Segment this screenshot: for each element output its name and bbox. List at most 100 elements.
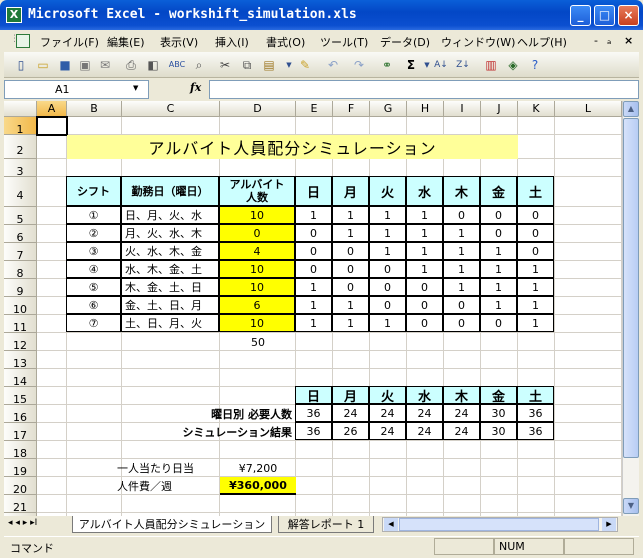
shift-flag[interactable]: 1 bbox=[369, 206, 406, 224]
menu-insert[interactable]: 挿入(I) bbox=[215, 34, 249, 50]
row-header-14[interactable]: 14 bbox=[4, 369, 37, 388]
row-header-16[interactable]: 16 bbox=[4, 405, 37, 424]
daily-wage-value[interactable]: ¥7,200 bbox=[220, 459, 296, 477]
header-weekday-2[interactable]: 火 bbox=[369, 176, 406, 206]
menu-view[interactable]: 表示(V) bbox=[160, 34, 198, 50]
shift-flag[interactable]: 0 bbox=[517, 206, 554, 224]
result-value[interactable]: 26 bbox=[332, 422, 369, 440]
weekly-cost-value[interactable]: ¥360,000 bbox=[220, 477, 296, 495]
shift-flag[interactable]: 0 bbox=[295, 260, 332, 278]
shift-flag[interactable]: 1 bbox=[295, 278, 332, 296]
shift-flag[interactable]: 1 bbox=[332, 314, 369, 332]
result-value[interactable]: 30 bbox=[480, 422, 517, 440]
result-value[interactable]: 24 bbox=[406, 422, 443, 440]
column-header-g[interactable]: G bbox=[370, 101, 407, 117]
column-header-i[interactable]: I bbox=[444, 101, 481, 117]
row-header-7[interactable]: 7 bbox=[4, 243, 37, 262]
email-icon[interactable]: ✉ bbox=[96, 56, 114, 74]
result-label[interactable]: シミュレーション結果 bbox=[67, 423, 296, 441]
shift-flag[interactable]: 1 bbox=[295, 296, 332, 314]
open-icon[interactable]: ▭ bbox=[34, 56, 52, 74]
shift-flag[interactable]: 1 bbox=[369, 224, 406, 242]
required-value[interactable]: 30 bbox=[480, 404, 517, 422]
tab-answer-report[interactable]: 解答レポート 1 bbox=[278, 516, 374, 533]
shift-count-input[interactable]: 4 bbox=[219, 242, 295, 260]
menu-tools[interactable]: ツール(T) bbox=[320, 34, 368, 50]
header-shift[interactable]: シフト bbox=[66, 176, 121, 206]
required-value[interactable]: 36 bbox=[295, 404, 332, 422]
header-weekday-5[interactable]: 金 bbox=[480, 176, 517, 206]
shift-flag[interactable]: 0 bbox=[369, 296, 406, 314]
column-header-a[interactable]: A bbox=[37, 101, 67, 117]
new-icon[interactable]: ▯ bbox=[12, 56, 30, 74]
row-header-21[interactable]: 21 bbox=[4, 495, 37, 514]
shift-days[interactable]: 月、火、水、木 bbox=[121, 224, 219, 242]
formula-input[interactable] bbox=[209, 80, 639, 99]
shift-flag[interactable]: 1 bbox=[480, 260, 517, 278]
scroll-right-button[interactable]: ▶ bbox=[602, 518, 616, 531]
shift-count-input[interactable]: 10 bbox=[219, 314, 295, 332]
shift-flag[interactable]: 1 bbox=[406, 206, 443, 224]
required-value[interactable]: 24 bbox=[443, 404, 480, 422]
shift-flag[interactable]: 0 bbox=[406, 296, 443, 314]
shift-flag[interactable]: 1 bbox=[480, 296, 517, 314]
scroll-left-button[interactable]: ◀ bbox=[384, 518, 398, 531]
sort-ascending-icon[interactable]: A↓ bbox=[432, 56, 450, 74]
column-header-j[interactable]: J bbox=[481, 101, 518, 117]
shift-flag[interactable]: 0 bbox=[480, 206, 517, 224]
shift-flag[interactable]: 1 bbox=[517, 260, 554, 278]
shift-flag[interactable]: 1 bbox=[443, 260, 480, 278]
row-header-2[interactable]: 2 bbox=[4, 135, 37, 159]
column-header-f[interactable]: F bbox=[333, 101, 370, 117]
menu-window[interactable]: ウィンドウ(W) bbox=[441, 34, 515, 50]
header-weekday-3[interactable]: 水 bbox=[406, 176, 443, 206]
daily-wage-label[interactable]: 一人当たり日当 bbox=[67, 459, 220, 477]
row-header-13[interactable]: 13 bbox=[4, 351, 37, 370]
maximize-button[interactable]: □ bbox=[594, 5, 615, 26]
spelling-icon[interactable]: ABC bbox=[168, 56, 186, 74]
doc-minimize-button[interactable]: - bbox=[594, 34, 598, 47]
tab-simulation[interactable]: アルバイト人員配分シミュレーション bbox=[72, 516, 272, 533]
shift-flag[interactable]: 0 bbox=[332, 278, 369, 296]
required-value[interactable]: 24 bbox=[406, 404, 443, 422]
column-header-e[interactable]: E bbox=[296, 101, 333, 117]
menu-data[interactable]: データ(D) bbox=[380, 34, 430, 50]
shift-id[interactable]: ⑥ bbox=[66, 296, 121, 314]
shift-days[interactable]: 金、土、日、月 bbox=[121, 296, 219, 314]
sort-descending-icon[interactable]: Z↓ bbox=[454, 56, 472, 74]
required-value[interactable]: 36 bbox=[517, 404, 554, 422]
scroll-down-button[interactable]: ▼ bbox=[623, 498, 639, 514]
shift-flag[interactable]: 0 bbox=[480, 314, 517, 332]
excel-app-icon[interactable]: X bbox=[6, 7, 22, 23]
required-value[interactable]: 24 bbox=[369, 404, 406, 422]
shift-count-input[interactable]: 10 bbox=[219, 260, 295, 278]
row-header-11[interactable]: 11 bbox=[4, 315, 37, 334]
shift-count-input[interactable]: 0 bbox=[219, 224, 295, 242]
row-header-10[interactable]: 10 bbox=[4, 297, 37, 316]
row-header-15[interactable]: 15 bbox=[4, 387, 37, 406]
summary-weekday-6[interactable]: 土 bbox=[517, 386, 554, 405]
shift-id[interactable]: ④ bbox=[66, 260, 121, 278]
shift-flag[interactable]: 1 bbox=[517, 296, 554, 314]
shift-flag[interactable]: 1 bbox=[369, 242, 406, 260]
header-weekday-1[interactable]: 月 bbox=[332, 176, 369, 206]
required-label[interactable]: 曜日別 必要人数 bbox=[67, 405, 296, 423]
permission-icon[interactable]: ▣ bbox=[76, 56, 94, 74]
shift-count-input[interactable]: 10 bbox=[219, 278, 295, 296]
header-workdays[interactable]: 勤務日（曜日） bbox=[121, 176, 219, 206]
shift-flag[interactable]: 1 bbox=[406, 224, 443, 242]
shift-flag[interactable]: 1 bbox=[480, 242, 517, 260]
row-header-6[interactable]: 6 bbox=[4, 225, 37, 244]
shift-flag[interactable]: 1 bbox=[480, 278, 517, 296]
research-icon[interactable]: ⌕ bbox=[190, 56, 208, 74]
select-all-corner[interactable] bbox=[4, 101, 37, 117]
shift-flag[interactable]: 1 bbox=[332, 296, 369, 314]
header-weekday-4[interactable]: 木 bbox=[443, 176, 480, 206]
undo-icon[interactable]: ↶ bbox=[324, 56, 342, 74]
format-painter-icon[interactable]: ✎ bbox=[296, 56, 314, 74]
shift-id[interactable]: ⑦ bbox=[66, 314, 121, 332]
result-value[interactable]: 24 bbox=[443, 422, 480, 440]
drawing-icon[interactable]: ◈ bbox=[504, 56, 522, 74]
shift-id[interactable]: ② bbox=[66, 224, 121, 242]
save-icon[interactable]: ■ bbox=[56, 56, 74, 74]
